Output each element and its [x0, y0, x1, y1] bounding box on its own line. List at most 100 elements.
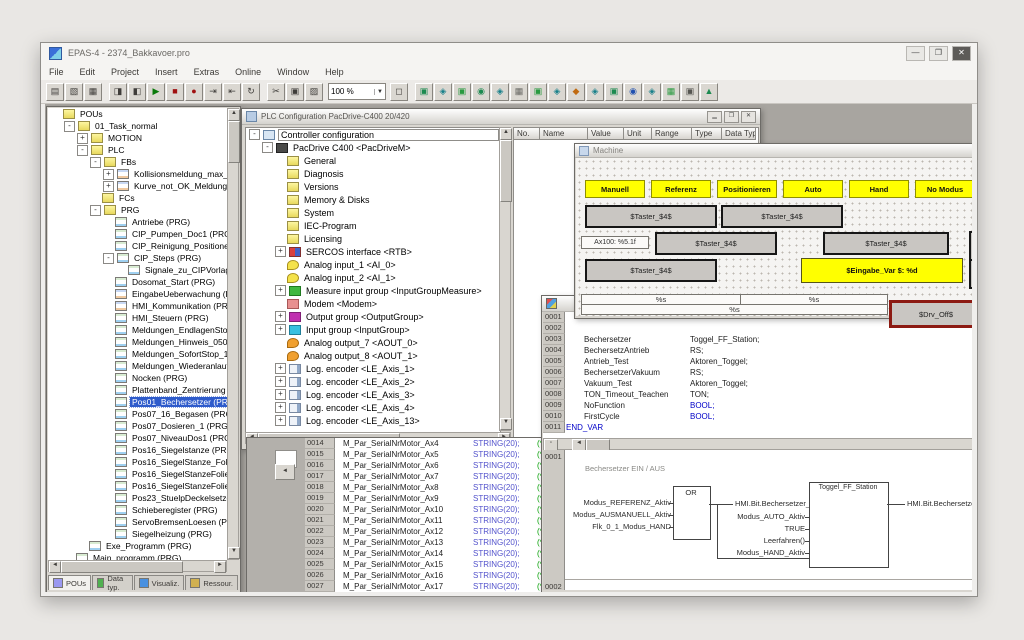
tree-item[interactable]: -01_Task_normal [48, 120, 227, 132]
variable-row[interactable]: 0021M_Par_SerialNrMotor_Ax11STRING(20);(… [305, 515, 547, 526]
expand-icon[interactable]: + [275, 246, 286, 257]
variable-row[interactable]: 0017M_Par_SerialNrMotor_Ax7STRING(20);(* [305, 471, 547, 482]
expand-icon[interactable]: + [103, 169, 114, 180]
tree-item[interactable]: +Log. encoder <LE_Axis_3> [246, 388, 500, 401]
visu-tool-7-icon[interactable]: ▣ [529, 83, 547, 101]
visu-tool-3-icon[interactable]: ▣ [453, 83, 471, 101]
tree-item[interactable]: Diagnosis [246, 167, 500, 180]
tab-visualiz[interactable]: Visualiz. [134, 575, 185, 590]
tree-item[interactable]: Schieberegister (PRG) [48, 504, 227, 516]
tree-item[interactable]: +Log. encoder <LE_Axis_1> [246, 362, 500, 375]
declaration-line[interactable]: 0008TON_Timeout_TeachenTON; [543, 389, 972, 400]
tree-item[interactable]: Pos16_Siegelstanze (PRG) [48, 444, 227, 456]
tree-item[interactable]: Signale_zu_CIPVorlage [48, 264, 227, 276]
expand-icon[interactable]: + [77, 133, 88, 144]
collapse-icon[interactable]: - [90, 157, 101, 168]
taster-button-5[interactable]: $Taster_$4$ [585, 259, 717, 282]
taster-button-2[interactable]: $Taster_$4$ [721, 205, 843, 228]
tree-item[interactable]: Pos16_SiegelStanze_FolienAbzu [48, 456, 227, 468]
tree-item[interactable]: Antriebe (PRG) [48, 216, 227, 228]
tree-item[interactable]: -CIP_Steps (PRG) [48, 252, 227, 264]
run-icon[interactable]: ▶ [147, 83, 165, 101]
collapse-icon[interactable]: - [249, 129, 260, 140]
variable-row[interactable]: 0020M_Par_SerialNrMotor_Ax10STRING(20);(… [305, 504, 547, 515]
taster-button-1[interactable]: $Taster_$4$ [585, 205, 717, 228]
visu-tool-9-icon[interactable]: ◆ [567, 83, 585, 101]
mode-button-manuell[interactable]: Manuell [585, 180, 645, 198]
tree-item[interactable]: -Controller configuration [246, 128, 500, 141]
declaration-hscrollbar[interactable]: ▫ ◄ ► [543, 438, 972, 450]
visu-tool-11-icon[interactable]: ▣ [605, 83, 623, 101]
visu-tool-5-icon[interactable]: ◈ [491, 83, 509, 101]
declaration-line[interactable]: 0011END_VAR [543, 422, 972, 433]
variable-row[interactable]: 0025M_Par_SerialNrMotor_Ax15STRING(20);(… [305, 559, 547, 570]
tree-item[interactable]: Pos07_NiveauDos1 (PRG) [48, 432, 227, 444]
visu-tool-12-icon[interactable]: ◉ [624, 83, 642, 101]
tree-item[interactable]: Meldungen_SofortStop_1_299 (PR [48, 348, 227, 360]
collapse-icon[interactable]: - [262, 142, 273, 153]
expand-icon[interactable]: + [275, 311, 286, 322]
tree-item[interactable]: Exe_Programm (PRG) [48, 540, 227, 552]
collapse-icon[interactable]: - [77, 145, 88, 156]
visu-tool-4-icon[interactable]: ◉ [472, 83, 490, 101]
collapse-icon[interactable]: - [90, 205, 101, 216]
visu-tool-10-icon[interactable]: ◈ [586, 83, 604, 101]
tree-item[interactable]: Dosomat_Start (PRG) [48, 276, 227, 288]
mode-button-positionieren[interactable]: Positionieren [717, 180, 777, 198]
pou-tree-hscrollbar[interactable]: ◄ ► [48, 560, 227, 572]
declaration-line[interactable]: 0006BechersetzerVakuumRS; [543, 367, 972, 378]
mode-button-referenz[interactable]: Referenz [651, 180, 711, 198]
expand-icon[interactable]: + [275, 389, 286, 400]
zoom-combo-arrow-icon[interactable]: ▼ [374, 89, 383, 95]
tree-item[interactable]: +Output group <OutputGroup> [246, 310, 500, 323]
tree-item[interactable]: +Input group <InputGroup> [246, 323, 500, 336]
tree-item[interactable]: Pos16_SiegelStanzeFolieAbwickle [48, 468, 227, 480]
tree-item[interactable]: -PLC [48, 144, 227, 156]
plc-tree-vscrollbar[interactable]: ▲ ▼ [499, 127, 511, 431]
tree-item[interactable]: Siegelheizung (PRG) [48, 528, 227, 540]
expand-icon[interactable]: + [275, 402, 286, 413]
variable-row[interactable]: 0026M_Par_SerialNrMotor_Ax16STRING(20);(… [305, 570, 547, 581]
taster-button-4[interactable]: $Taster_$4$ [823, 232, 949, 255]
visu-tool-6-icon[interactable]: ▦ [510, 83, 528, 101]
tab-pous[interactable]: POUs [48, 575, 91, 590]
expand-icon[interactable]: + [275, 415, 286, 426]
mode-button-auto[interactable]: Auto [783, 180, 843, 198]
pou-tree-vscrollbar[interactable]: ▲ ▼ [227, 108, 239, 560]
tree-item[interactable]: Nocken (PRG) [48, 372, 227, 384]
tree-item[interactable]: -PacDrive C400 <PacDriveM> [246, 141, 500, 154]
visu-tool-1-icon[interactable]: ▣ [415, 83, 433, 101]
collapse-icon[interactable]: - [103, 253, 114, 264]
tree-item[interactable]: POUs [48, 108, 227, 120]
tree-item[interactable]: Analog input_2 <AI_1> [246, 271, 500, 284]
tree-item[interactable]: Modem <Modem> [246, 297, 500, 310]
menu-item-project[interactable]: Project [103, 67, 147, 77]
variable-row[interactable]: 0024M_Par_SerialNrMotor_Ax14STRING(20);(… [305, 548, 547, 559]
tree-item[interactable]: Meldungen_EndlagenStop_300_5 [48, 324, 227, 336]
var-window-scroll-left[interactable]: ◄ [275, 464, 295, 480]
logout-icon[interactable]: ◧ [128, 83, 146, 101]
tree-item[interactable]: HMI_Steuern (PRG) [48, 312, 227, 324]
paste-icon[interactable]: ▨ [305, 83, 323, 101]
plc-config-title-bar[interactable]: PLC Configuration PacDrive-C400 20/420 ▁… [242, 109, 760, 125]
tab-ressour[interactable]: Ressour. [185, 575, 238, 590]
plc-minimize-button[interactable]: ▁ [707, 111, 722, 123]
visu-tool-2-icon[interactable]: ◈ [434, 83, 452, 101]
menu-item-window[interactable]: Window [269, 67, 317, 77]
menu-item-file[interactable]: File [41, 67, 72, 77]
login-icon[interactable]: ◨ [109, 83, 127, 101]
tree-item[interactable]: Analog output_7 <AOUT_0> [246, 336, 500, 349]
declaration-line[interactable]: 0005Antrieb_TestAktoren_Toggel; [543, 356, 972, 367]
tree-item[interactable]: HMI_Kommunikation (PRG) [48, 300, 227, 312]
plc-close-button[interactable]: ✕ [741, 111, 756, 123]
mode-button-hand[interactable]: Hand [849, 180, 909, 198]
expand-icon[interactable]: + [275, 285, 286, 296]
menu-item-edit[interactable]: Edit [72, 67, 104, 77]
toggel-ff-station-block[interactable]: Toggel_FF_Station [809, 482, 889, 568]
variable-row[interactable]: 0016M_Par_SerialNrMotor_Ax6STRING(20);(* [305, 460, 547, 471]
menu-item-insert[interactable]: Insert [147, 67, 186, 77]
tree-item[interactable]: +Log. encoder <LE_Axis_4> [246, 401, 500, 414]
variable-row[interactable]: 0019M_Par_SerialNrMotor_Ax9STRING(20);(* [305, 493, 547, 504]
expand-icon[interactable]: + [275, 324, 286, 335]
expand-icon[interactable]: + [275, 376, 286, 387]
